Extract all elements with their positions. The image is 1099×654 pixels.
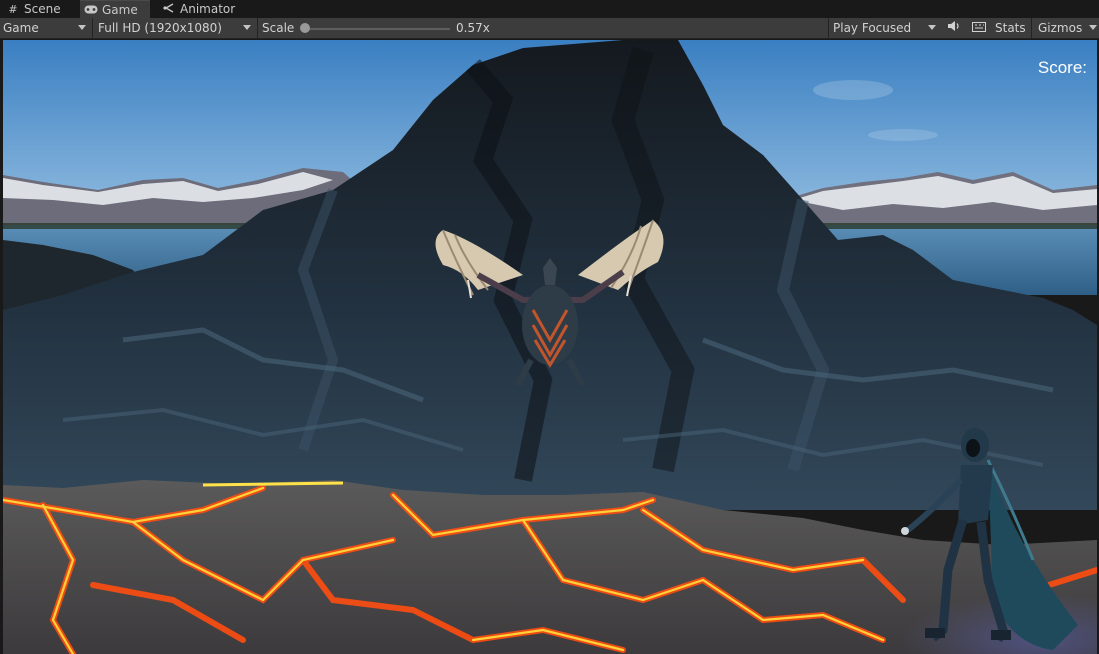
play-mode-value: Play Focused — [833, 21, 912, 35]
tab-game-label: Game — [102, 3, 138, 17]
play-mode-dropdown[interactable]: Play Focused — [830, 18, 940, 38]
tab-animator[interactable]: Animator — [158, 0, 248, 18]
chevron-down-icon — [78, 25, 86, 30]
tab-scene-label: Scene — [24, 2, 61, 16]
tab-game[interactable]: Game — [80, 0, 150, 18]
keyboard-icon — [972, 22, 986, 32]
tab-animator-label: Animator — [180, 2, 236, 16]
gizmos-label: Gizmos — [1038, 21, 1083, 35]
game-scene — [3, 40, 1097, 654]
speaker-icon — [948, 21, 959, 31]
resolution-dropdown-value: Full HD (1920x1080) — [98, 21, 222, 35]
cloud — [813, 80, 893, 100]
scale-value: 0.57x — [456, 21, 490, 35]
gizmos-dropdown[interactable]: Gizmos — [1035, 18, 1099, 38]
toolbar-divider — [1031, 18, 1032, 38]
display-dropdown[interactable]: Game — [0, 18, 90, 38]
cloud — [868, 129, 938, 141]
chevron-down-icon — [243, 25, 251, 30]
toolbar-divider — [92, 18, 93, 38]
scale-slider-track[interactable] — [306, 28, 450, 30]
keyboard-shortcuts-button[interactable] — [968, 18, 990, 38]
stats-button[interactable]: Stats — [995, 18, 1029, 38]
tab-scene[interactable]: # Scene — [2, 0, 76, 18]
mute-audio-button[interactable] — [943, 18, 965, 38]
game-view-toolbar: Game Full HD (1920x1080) Scale 0.57x Pla… — [0, 18, 1099, 39]
display-dropdown-value: Game — [3, 21, 39, 35]
game-viewport[interactable]: Score: — [3, 40, 1097, 654]
scale-label: Scale — [262, 21, 295, 35]
toolbar-divider — [828, 18, 829, 38]
score-label: Score: — [1037, 58, 1087, 77]
chevron-down-icon — [928, 25, 936, 30]
chevron-down-icon — [1089, 25, 1097, 30]
scale-slider-handle[interactable] — [300, 23, 310, 33]
resolution-dropdown[interactable]: Full HD (1920x1080) — [95, 18, 255, 38]
grid-icon: # — [8, 3, 18, 16]
toolbar-divider — [257, 18, 258, 38]
editor-tab-strip: # Scene Game Animator — [0, 0, 1099, 18]
animator-icon — [162, 1, 176, 19]
